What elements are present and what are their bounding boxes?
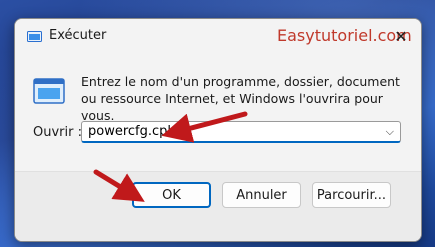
- arrow-to-input: [161, 111, 248, 143]
- annotation-arrows: [93, 111, 248, 202]
- arrow-to-ok-button: [93, 169, 145, 202]
